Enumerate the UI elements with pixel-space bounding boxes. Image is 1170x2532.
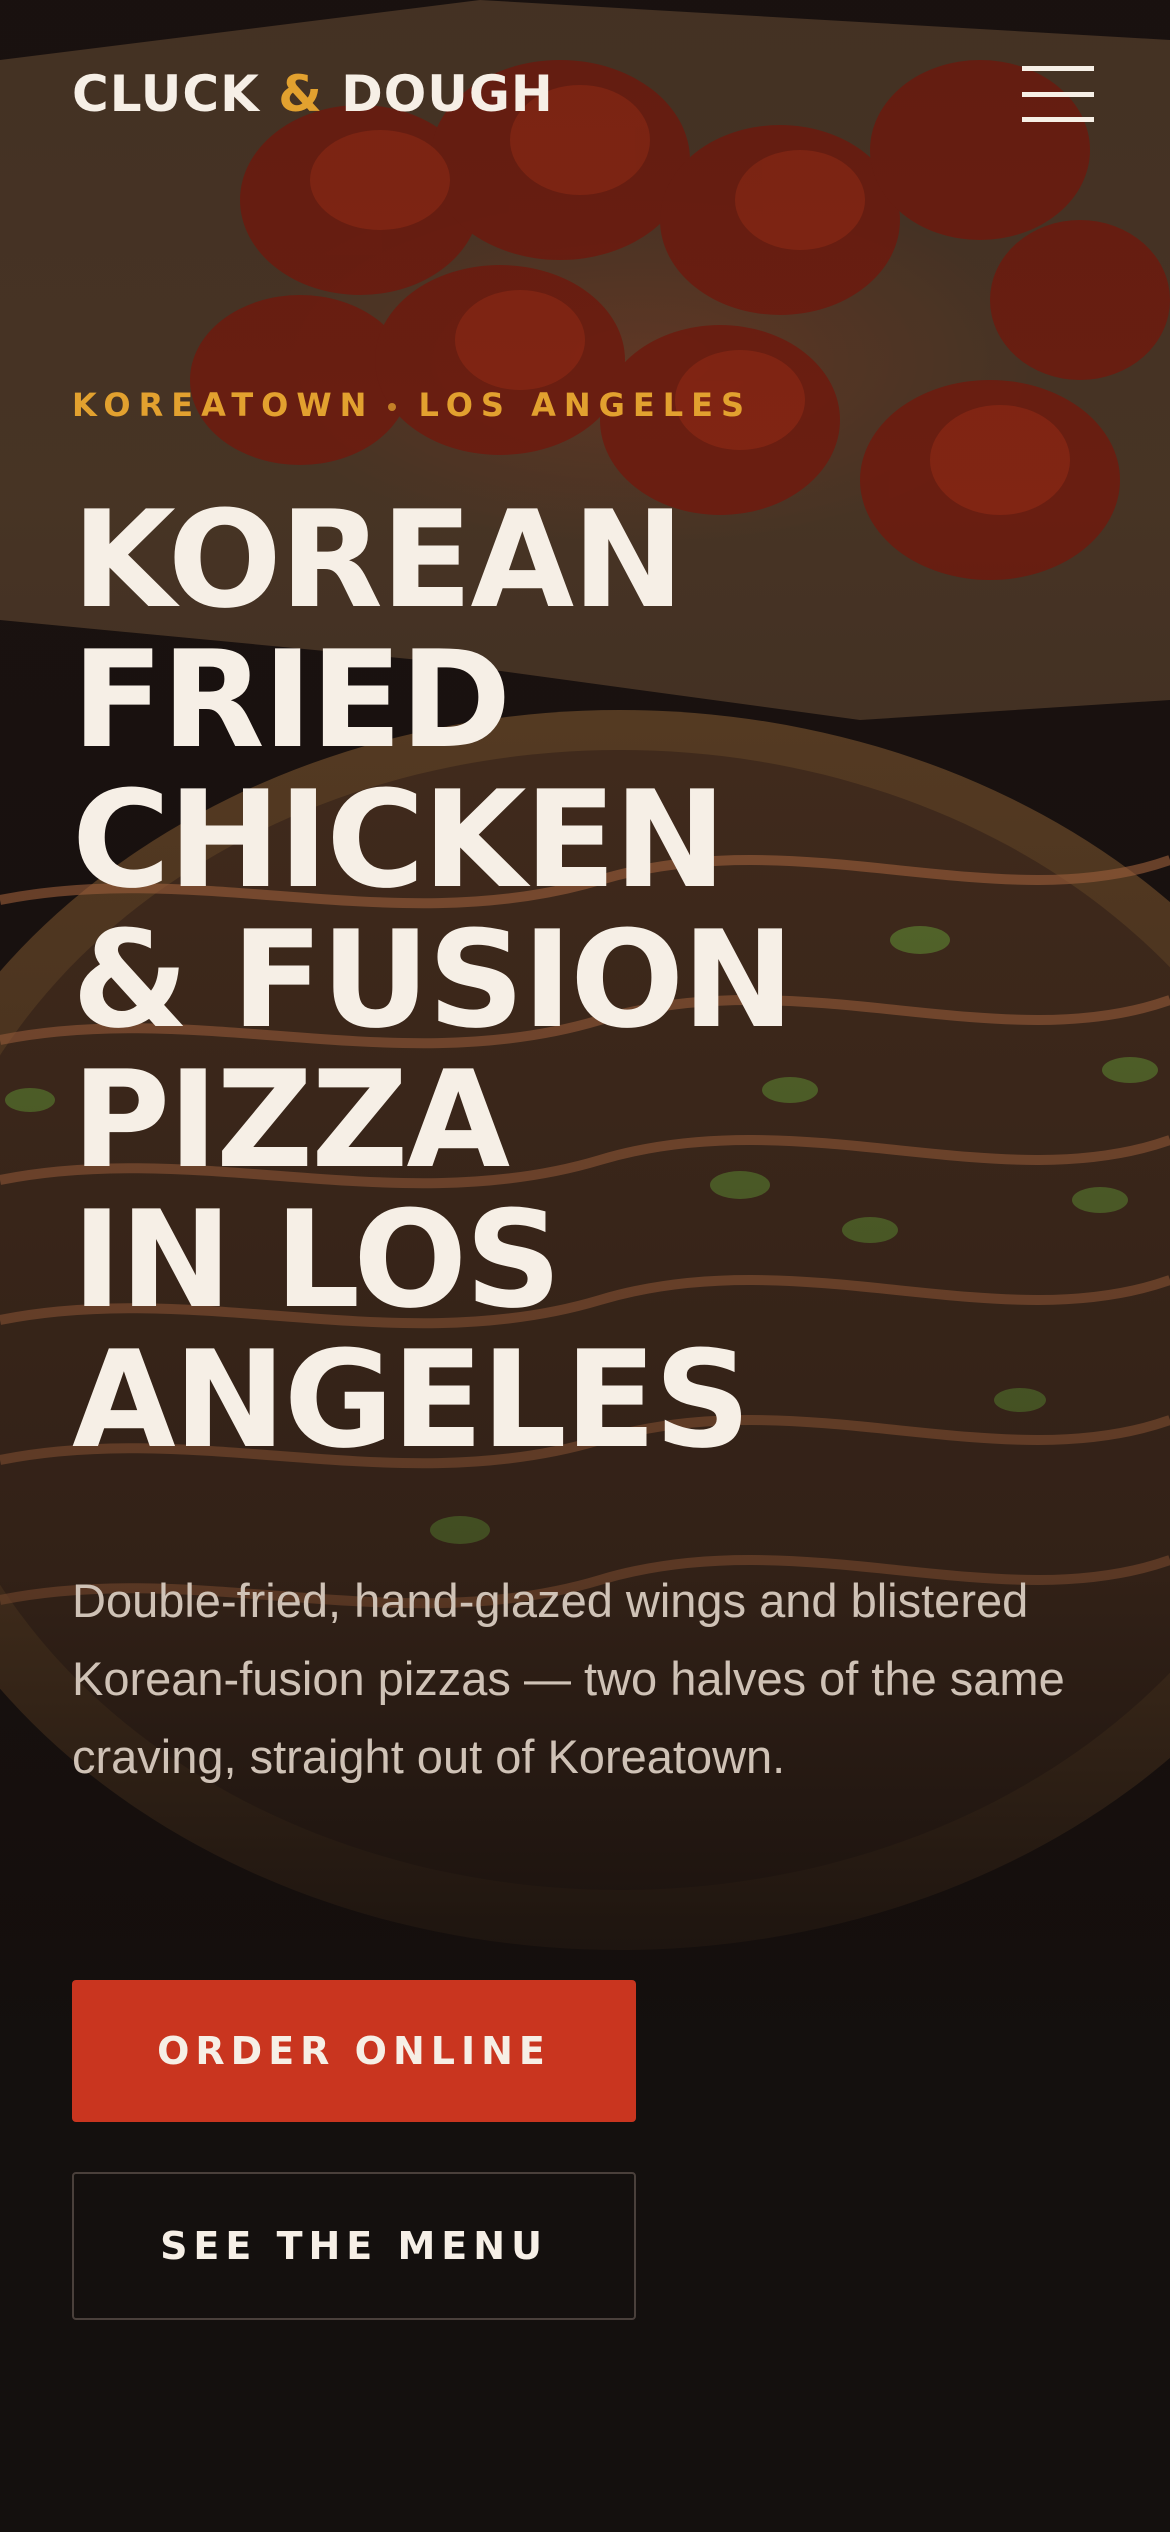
location-eyebrow: KOREATOWN LOS ANGELES <box>72 386 752 424</box>
menu-bar-top <box>1022 66 1094 71</box>
hero-headline: Korean Fried Chicken & Fusion Pizza in L… <box>72 490 1072 1470</box>
brand-logo[interactable]: CLUCK & DOUGH <box>72 65 554 123</box>
page: CLUCK & DOUGH KOREATOWN LOS ANGELES Korea… <box>0 0 1170 2532</box>
headline-line: Chicken <box>72 762 726 918</box>
menu-bar-middle <box>1022 91 1094 97</box>
headline-line: Pizza <box>72 1042 510 1198</box>
headline-line: Fried <box>72 622 511 778</box>
hamburger-menu-icon[interactable] <box>1022 66 1098 122</box>
site-header: CLUCK & DOUGH <box>72 62 1098 126</box>
logo-text-dough: DOUGH <box>322 65 554 123</box>
see-the-menu-button[interactable]: SEE THE MENU <box>72 2172 636 2320</box>
eyebrow-city: LOS ANGELES <box>418 386 753 424</box>
menu-bar-bottom <box>1022 117 1094 122</box>
headline-line: Angeles <box>72 1322 751 1478</box>
order-online-button[interactable]: ORDER ONLINE <box>72 1980 636 2122</box>
headline-line: Korean <box>72 482 684 638</box>
logo-text-cluck: CLUCK <box>72 65 279 123</box>
eyebrow-neighborhood: KOREATOWN <box>72 386 375 424</box>
logo-ampersand: & <box>278 65 323 123</box>
headline-line: & Fusion <box>72 902 794 1058</box>
headline-line: in Los <box>72 1182 562 1338</box>
hero-subtitle: Double-fried, hand-glazed wings and blis… <box>72 1574 1065 1783</box>
eyebrow-separator-dot <box>388 403 397 411</box>
